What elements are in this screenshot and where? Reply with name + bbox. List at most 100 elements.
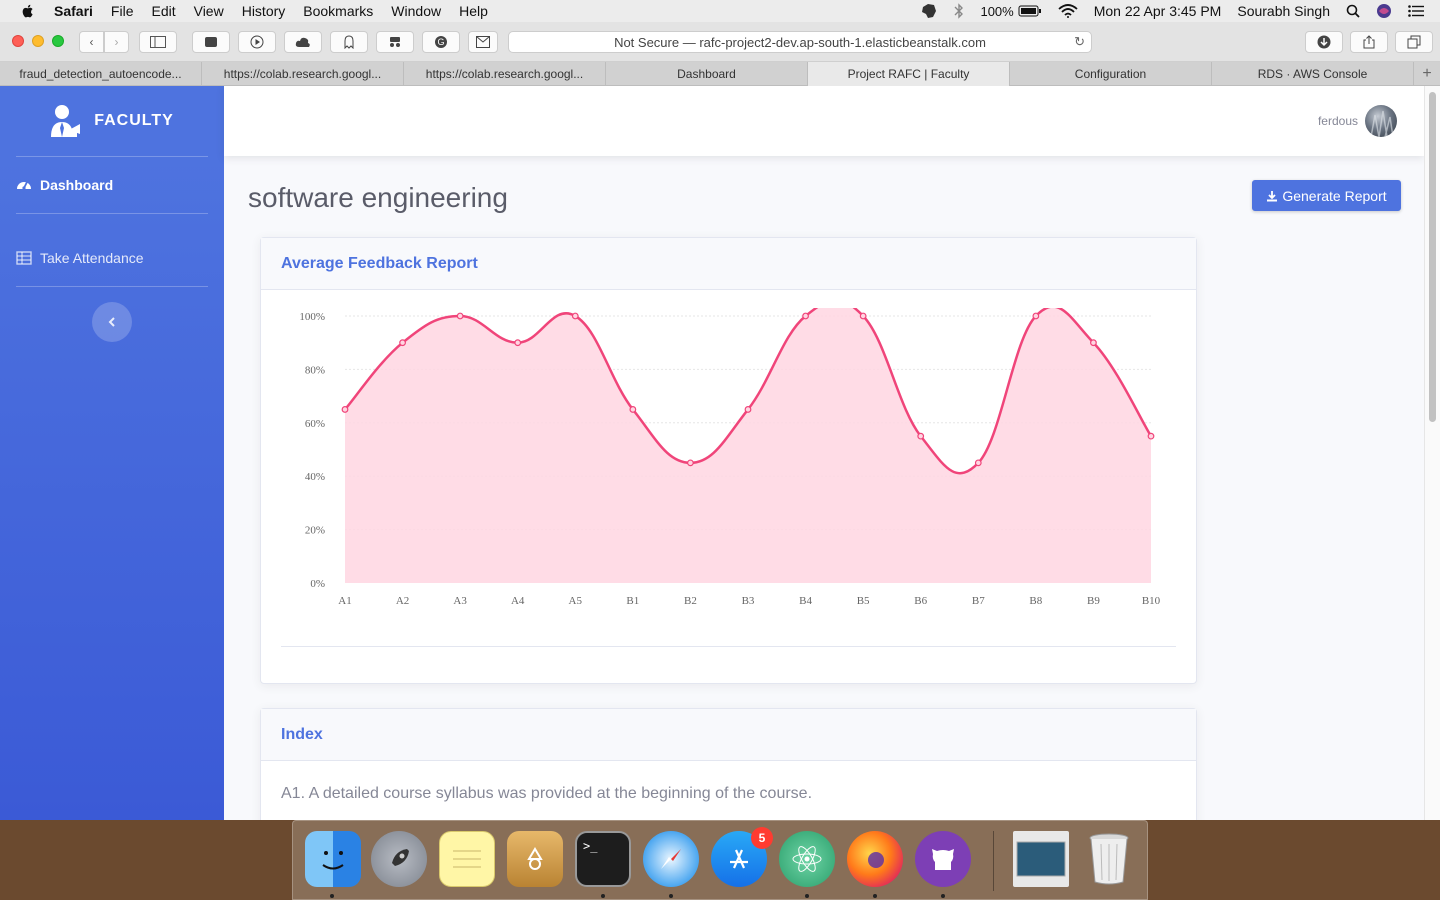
terminal-prompt: >_ — [583, 839, 598, 853]
app-store-icon[interactable]: 5 — [711, 827, 773, 887]
extension-button-3[interactable] — [284, 31, 322, 53]
notification-center-icon[interactable] — [1408, 5, 1424, 17]
extension-button-7[interactable] — [468, 31, 498, 53]
github-desktop-icon[interactable] — [915, 831, 971, 887]
evernote-icon[interactable] — [920, 3, 938, 19]
browser-tab[interactable]: Configuration — [1010, 62, 1212, 86]
sidebar-collapse-button[interactable] — [92, 302, 132, 342]
siri-icon[interactable] — [1376, 3, 1392, 19]
finder-icon[interactable] — [305, 831, 361, 887]
close-window-button[interactable] — [12, 35, 24, 47]
data-point — [629, 406, 637, 413]
menu-extras: 100% Mon 22 Apr 3:45 PM Sourabh Singh — [920, 0, 1440, 22]
spotlight-search-icon[interactable] — [1346, 4, 1360, 18]
notes-icon[interactable] — [439, 831, 495, 887]
browser-tab[interactable]: fraud_detection_autoencode... — [0, 62, 202, 86]
browser-tab-active[interactable]: Project RAFC | Faculty — [808, 62, 1010, 86]
extension-button-2[interactable] — [238, 31, 276, 53]
browser-tab[interactable]: https://colab.research.googl... — [404, 62, 606, 86]
running-indicator — [601, 894, 605, 898]
topbar-user-name[interactable]: ferdous — [1318, 114, 1358, 128]
user-menu[interactable]: Sourabh Singh — [1237, 3, 1330, 19]
terminal-icon[interactable]: >_ — [575, 831, 631, 887]
x-tick-label: B1 — [626, 595, 639, 607]
notification-badge: 5 — [751, 827, 773, 849]
scrollbar-thumb[interactable] — [1429, 92, 1436, 422]
notes-lines — [453, 850, 481, 868]
sidebar-item-label: Take Attendance — [40, 250, 144, 266]
menu-window[interactable]: Window — [391, 3, 441, 19]
menu-history[interactable]: History — [242, 3, 286, 19]
trash-can — [1089, 833, 1129, 885]
url-text: Not Secure — rafc-project2-dev.ap-south-… — [614, 34, 986, 50]
archive-utility-icon[interactable] — [507, 831, 563, 887]
sidebar-divider — [16, 286, 208, 287]
firefox-icon[interactable] — [847, 831, 903, 887]
chevron-left-icon — [108, 317, 115, 327]
page-scrollbar[interactable] — [1424, 86, 1440, 820]
tab-label: RDS · AWS Console — [1257, 67, 1368, 81]
apple-icon[interactable] — [20, 3, 36, 19]
forward-button[interactable]: › — [104, 31, 129, 53]
menu-help[interactable]: Help — [459, 3, 488, 19]
menu-app-name[interactable]: Safari — [54, 3, 93, 19]
y-tick-label: 60% — [305, 418, 325, 430]
zoom-window-button[interactable] — [52, 35, 64, 47]
menu-view[interactable]: View — [194, 3, 224, 19]
chart-divider — [281, 646, 1176, 647]
address-bar[interactable]: Not Secure — rafc-project2-dev.ap-south-… — [508, 31, 1092, 53]
launchpad-icon[interactable] — [371, 831, 427, 887]
y-tick-label: 0% — [310, 578, 325, 590]
chevron-right-icon: › — [114, 35, 119, 49]
app-store-glyph — [730, 849, 748, 869]
new-tab-button[interactable]: + — [1414, 62, 1440, 86]
sidebar-brand[interactable]: FACULTY — [0, 86, 224, 156]
menu-bookmarks[interactable]: Bookmarks — [303, 3, 373, 19]
sidebar-item-take-attendance[interactable]: Take Attendance — [0, 230, 224, 286]
data-point — [456, 312, 464, 320]
show-all-tabs-button[interactable] — [1395, 31, 1433, 53]
sidebar-item-dashboard[interactable]: Dashboard — [0, 157, 224, 213]
share-icon — [1363, 35, 1375, 49]
extension-button-4[interactable] — [330, 31, 368, 53]
sidebar-icon — [150, 36, 166, 48]
menu-file[interactable]: File — [111, 3, 134, 19]
data-point — [744, 406, 752, 413]
back-button[interactable]: ‹ — [79, 31, 104, 53]
x-tick-label: B8 — [1029, 595, 1042, 607]
reload-icon[interactable]: ↻ — [1074, 34, 1085, 50]
running-indicator — [669, 894, 673, 898]
screenshot-thumbnail-icon[interactable] — [1013, 831, 1069, 887]
share-button[interactable] — [1350, 31, 1388, 53]
tab-label: https://colab.research.googl... — [425, 67, 584, 81]
downloads-button[interactable] — [1305, 31, 1343, 53]
avatar[interactable] — [1365, 105, 1397, 137]
generate-report-button[interactable]: Generate Report — [1252, 180, 1401, 211]
bluetooth-icon[interactable] — [954, 3, 964, 19]
data-point — [687, 459, 694, 467]
trash-icon[interactable] — [1081, 831, 1137, 887]
x-tick-label: A1 — [338, 595, 351, 607]
extension-button-5[interactable] — [376, 31, 414, 53]
wifi-icon[interactable] — [1058, 4, 1078, 18]
browser-tab[interactable]: Dashboard — [606, 62, 808, 86]
running-indicator — [873, 894, 877, 898]
menu-edit[interactable]: Edit — [151, 3, 175, 19]
x-tick-label: B7 — [972, 595, 985, 607]
atom-icon[interactable] — [779, 831, 835, 887]
sidebar: FACULTY Dashboard Take Attendance — [0, 86, 224, 820]
battery-icon[interactable] — [1018, 5, 1042, 17]
rocket-shape — [392, 849, 409, 866]
browser-tab[interactable]: RDS · AWS Console — [1212, 62, 1414, 86]
safari-icon[interactable] — [643, 831, 699, 887]
y-tick-label: 40% — [305, 471, 325, 483]
clock[interactable]: Mon 22 Apr 3:45 PM — [1094, 3, 1222, 19]
extension-button-6[interactable]: G — [422, 31, 460, 53]
running-indicator — [805, 894, 809, 898]
extension-button-1[interactable] — [192, 31, 230, 53]
minimize-window-button[interactable] — [32, 35, 44, 47]
sidebar-toggle-button[interactable] — [139, 31, 177, 53]
browser-tab[interactable]: https://colab.research.googl... — [202, 62, 404, 86]
x-tick-label: B3 — [742, 595, 755, 607]
data-point — [917, 432, 925, 440]
